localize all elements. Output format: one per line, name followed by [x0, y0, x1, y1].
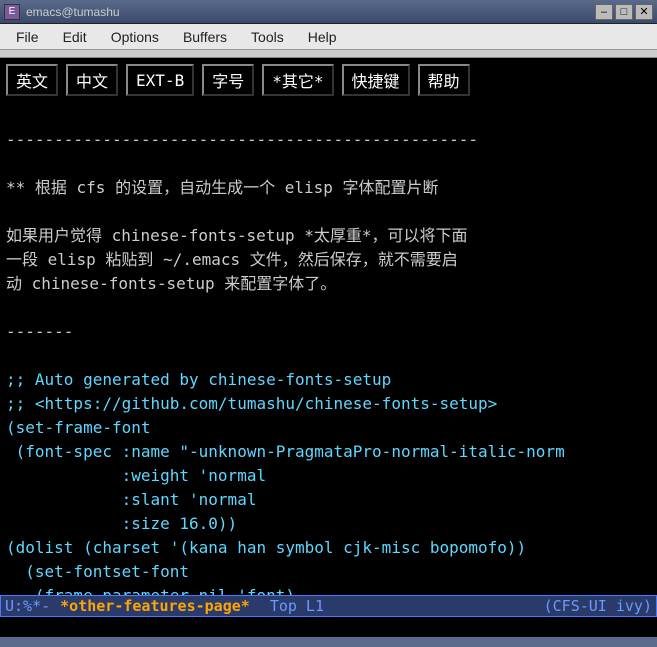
- hr2: -------: [6, 322, 73, 341]
- button-shortcut[interactable]: 快捷键: [342, 64, 410, 96]
- button-help[interactable]: 帮助: [418, 64, 470, 96]
- button-extb[interactable]: EXT-B: [126, 64, 194, 96]
- menu-file[interactable]: File: [4, 26, 51, 48]
- toolbar-strip: [0, 50, 657, 58]
- button-other[interactable]: *其它*: [262, 64, 333, 96]
- elisp-code: ;; Auto generated by chinese-fonts-setup…: [6, 370, 565, 595]
- minibuffer[interactable]: [0, 617, 657, 637]
- button-english[interactable]: 英文: [6, 64, 58, 96]
- modeline-status: U:%*-: [5, 597, 50, 615]
- menubar: File Edit Options Buffers Tools Help: [0, 24, 657, 50]
- titlebar[interactable]: E emacs@tumashu – □ ✕: [0, 0, 657, 24]
- button-row: 英文 中文 EXT-B 字号 *其它* 快捷键 帮助: [6, 64, 651, 96]
- menu-help[interactable]: Help: [296, 26, 349, 48]
- modeline-buffer: *other-features-page*: [50, 597, 270, 615]
- button-fontsize[interactable]: 字号: [202, 64, 254, 96]
- window-title: emacs@tumashu: [26, 5, 595, 19]
- buffer-content[interactable]: 英文 中文 EXT-B 字号 *其它* 快捷键 帮助 -------------…: [0, 58, 657, 595]
- menu-edit[interactable]: Edit: [51, 26, 99, 48]
- hr1: ----------------------------------------…: [6, 130, 478, 149]
- minimize-button[interactable]: –: [595, 4, 613, 20]
- menu-buffers[interactable]: Buffers: [171, 26, 239, 48]
- section-heading: ** 根据 cfs 的设置，自动生成一个 elisp 字体配置片断: [6, 178, 439, 197]
- menu-options[interactable]: Options: [99, 26, 171, 48]
- close-button[interactable]: ✕: [635, 4, 653, 20]
- button-chinese[interactable]: 中文: [66, 64, 118, 96]
- paragraph: 如果用户觉得 chinese-fonts-setup *太厚重*，可以将下面 一…: [6, 226, 468, 293]
- window-border: [0, 637, 657, 647]
- modeline-mode: (CFS-UI ivy): [544, 597, 652, 615]
- modeline[interactable]: U:%*- *other-features-page* Top L1 (CFS-…: [0, 595, 657, 617]
- menu-tools[interactable]: Tools: [239, 26, 296, 48]
- app-icon: E: [4, 4, 20, 20]
- maximize-button[interactable]: □: [615, 4, 633, 20]
- modeline-position: Top L1: [270, 597, 324, 615]
